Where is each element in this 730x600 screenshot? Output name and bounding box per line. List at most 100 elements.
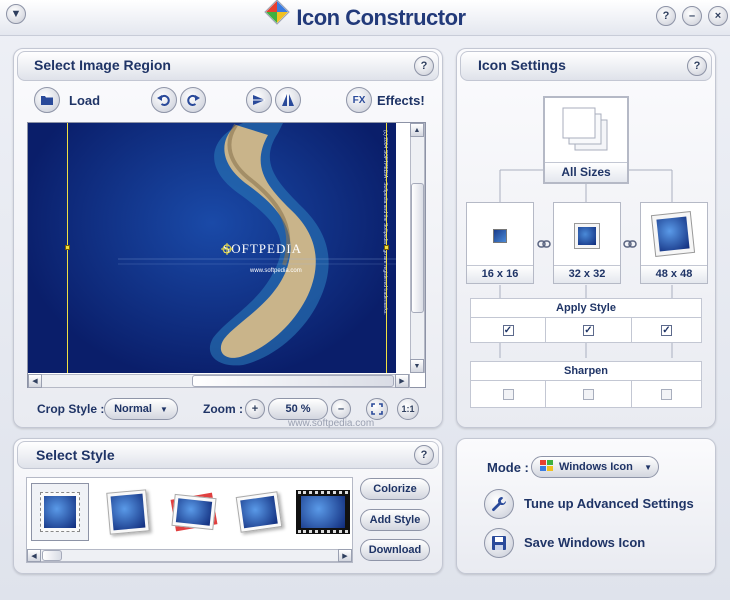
save-label[interactable]: Save Windows Icon xyxy=(524,535,645,550)
scroll-down-button[interactable]: ▼ xyxy=(410,359,424,373)
colorize-button[interactable]: Colorize xyxy=(360,478,430,500)
app-title-text: Icon Constructor xyxy=(296,5,466,30)
size-16-label: 16 x 16 xyxy=(467,265,533,283)
sharpen-checkbox-16[interactable] xyxy=(502,388,514,400)
zoom-in-button[interactable]: + xyxy=(245,399,265,419)
icon-settings-help-button[interactable]: ? xyxy=(687,56,707,76)
rotate-right-icon xyxy=(187,94,200,106)
apply-style-cell-32: ✓ xyxy=(545,317,632,343)
crop-style-dropdown[interactable]: Normal ▼ xyxy=(104,398,178,420)
apply-style-cell-16: ✓ xyxy=(470,317,546,343)
sharpen-checkbox-32[interactable] xyxy=(583,388,594,400)
effects-label[interactable]: Effects! xyxy=(377,93,425,108)
mode-value: Windows Icon xyxy=(559,461,633,473)
image-url-text: www.softpedia.com xyxy=(250,268,302,274)
close-button[interactable]: × xyxy=(708,6,728,26)
zoom-out-button[interactable]: – xyxy=(331,399,351,419)
crop-handle-right[interactable] xyxy=(384,245,389,250)
select-region-help-button[interactable]: ? xyxy=(414,56,434,76)
apply-style-checkbox-32[interactable]: ✓ xyxy=(583,324,594,336)
system-menu-button[interactable]: ▼ xyxy=(6,4,26,24)
tilted-photo-style-icon xyxy=(235,491,283,533)
link-chain-icon[interactable] xyxy=(537,236,551,248)
size-48-label: 48 x 48 xyxy=(641,265,707,283)
wrench-icon xyxy=(492,497,507,512)
fx-icon: FX xyxy=(352,94,366,106)
rotate-right-button[interactable] xyxy=(180,87,206,113)
crop-center-crosshair-icon[interactable] xyxy=(221,242,233,255)
flip-horizontal-button[interactable] xyxy=(275,87,301,113)
photo-stack-style-icon xyxy=(170,492,218,532)
scroll-right-button[interactable]: ▶ xyxy=(395,374,409,388)
size-32-label: 32 x 32 xyxy=(554,265,620,283)
crop-handle-left[interactable] xyxy=(65,245,70,250)
stamp-style-icon xyxy=(40,492,80,532)
chevron-down-icon: ▼ xyxy=(159,404,168,414)
tune-up-label[interactable]: Tune up Advanced Settings xyxy=(524,496,694,511)
sharpen-cell-16 xyxy=(470,380,546,408)
download-button[interactable]: Download xyxy=(360,539,430,561)
crop-style-label: Crop Style : xyxy=(37,402,105,416)
save-button[interactable] xyxy=(484,528,514,558)
mode-label: Mode : xyxy=(487,460,529,475)
flip-vertical-button[interactable] xyxy=(246,87,272,113)
photo-frame-style-icon xyxy=(106,489,150,535)
scroll-up-button[interactable]: ▲ xyxy=(410,123,424,137)
apply-style-checkbox-16[interactable]: ✓ xyxy=(502,324,514,336)
chevron-left-icon: ◀ xyxy=(32,378,38,385)
scroll-left-button[interactable]: ◀ xyxy=(28,374,42,388)
size-32-button[interactable]: 32 x 32 xyxy=(553,202,621,284)
style-thumb-tilted[interactable] xyxy=(230,483,288,541)
rotate-left-button[interactable] xyxy=(151,87,177,113)
icon-preview-32 xyxy=(574,223,600,249)
tune-up-button[interactable] xyxy=(484,489,514,519)
icon-preview-48 xyxy=(650,211,696,257)
zoom-fit-button[interactable] xyxy=(366,398,388,420)
icon-settings-title: Icon Settings xyxy=(478,57,566,73)
style-scroll-thumb[interactable] xyxy=(42,550,62,561)
size-48-button[interactable]: 48 x 48 xyxy=(640,202,708,284)
load-button[interactable] xyxy=(34,87,60,113)
chevron-right-icon: ▶ xyxy=(399,378,405,385)
zoom-value-field[interactable]: 50 % xyxy=(268,398,328,420)
select-image-region-title: Select Image Region xyxy=(34,57,171,73)
select-style-help-button[interactable]: ? xyxy=(414,445,434,465)
zoom-actual-size-button[interactable]: 1:1 xyxy=(397,398,419,420)
size-16-button[interactable]: 16 x 16 xyxy=(466,202,534,284)
style-scroll-left-button[interactable]: ◀ xyxy=(27,549,41,562)
sharpen-checkbox-48[interactable] xyxy=(661,388,672,400)
source-image[interactable] xyxy=(28,123,396,373)
island-image xyxy=(118,123,396,366)
windows-logo-icon xyxy=(540,459,554,475)
style-gallery-scrollbar[interactable] xyxy=(27,549,352,562)
rotate-left-icon xyxy=(157,94,170,106)
link-chain-icon[interactable] xyxy=(623,236,637,248)
zoom-label: Zoom : xyxy=(203,402,243,416)
style-thumb-stamp[interactable] xyxy=(31,483,89,541)
floppy-disk-icon xyxy=(492,536,506,550)
style-thumb-stack[interactable] xyxy=(165,483,223,541)
stacked-pages-icon xyxy=(561,106,611,159)
style-scroll-right-button[interactable]: ▶ xyxy=(338,549,352,562)
effects-button[interactable]: FX xyxy=(346,87,372,113)
select-style-title: Select Style xyxy=(36,447,115,463)
horizontal-scroll-thumb[interactable] xyxy=(192,375,394,387)
vertical-scroll-thumb[interactable] xyxy=(411,183,424,313)
image-side-text: (c) 2004 SOFTPEDIA - Softpedia and the S… xyxy=(382,130,388,315)
apply-style-cell-48: ✓ xyxy=(631,317,702,343)
add-style-button[interactable]: Add Style xyxy=(360,509,430,531)
chevron-left-icon: ◀ xyxy=(31,552,37,560)
apply-style-header: Apply Style xyxy=(470,298,702,318)
flip-vertical-icon xyxy=(253,95,265,105)
minimize-button[interactable]: – xyxy=(682,6,702,26)
style-thumb-frame[interactable] xyxy=(99,483,157,541)
fit-screen-icon xyxy=(371,403,383,415)
apply-style-checkbox-48[interactable]: ✓ xyxy=(661,324,672,336)
load-label[interactable]: Load xyxy=(69,93,100,108)
all-sizes-button[interactable]: All Sizes xyxy=(543,96,629,184)
mode-dropdown[interactable]: Windows Icon ▼ xyxy=(531,456,659,478)
image-watermark-text: SOFTPEDIA xyxy=(223,241,303,256)
help-button[interactable]: ? xyxy=(656,6,676,26)
style-thumb-film[interactable] xyxy=(294,483,352,541)
softpedia-watermark: www.softpedia.com xyxy=(288,418,375,429)
